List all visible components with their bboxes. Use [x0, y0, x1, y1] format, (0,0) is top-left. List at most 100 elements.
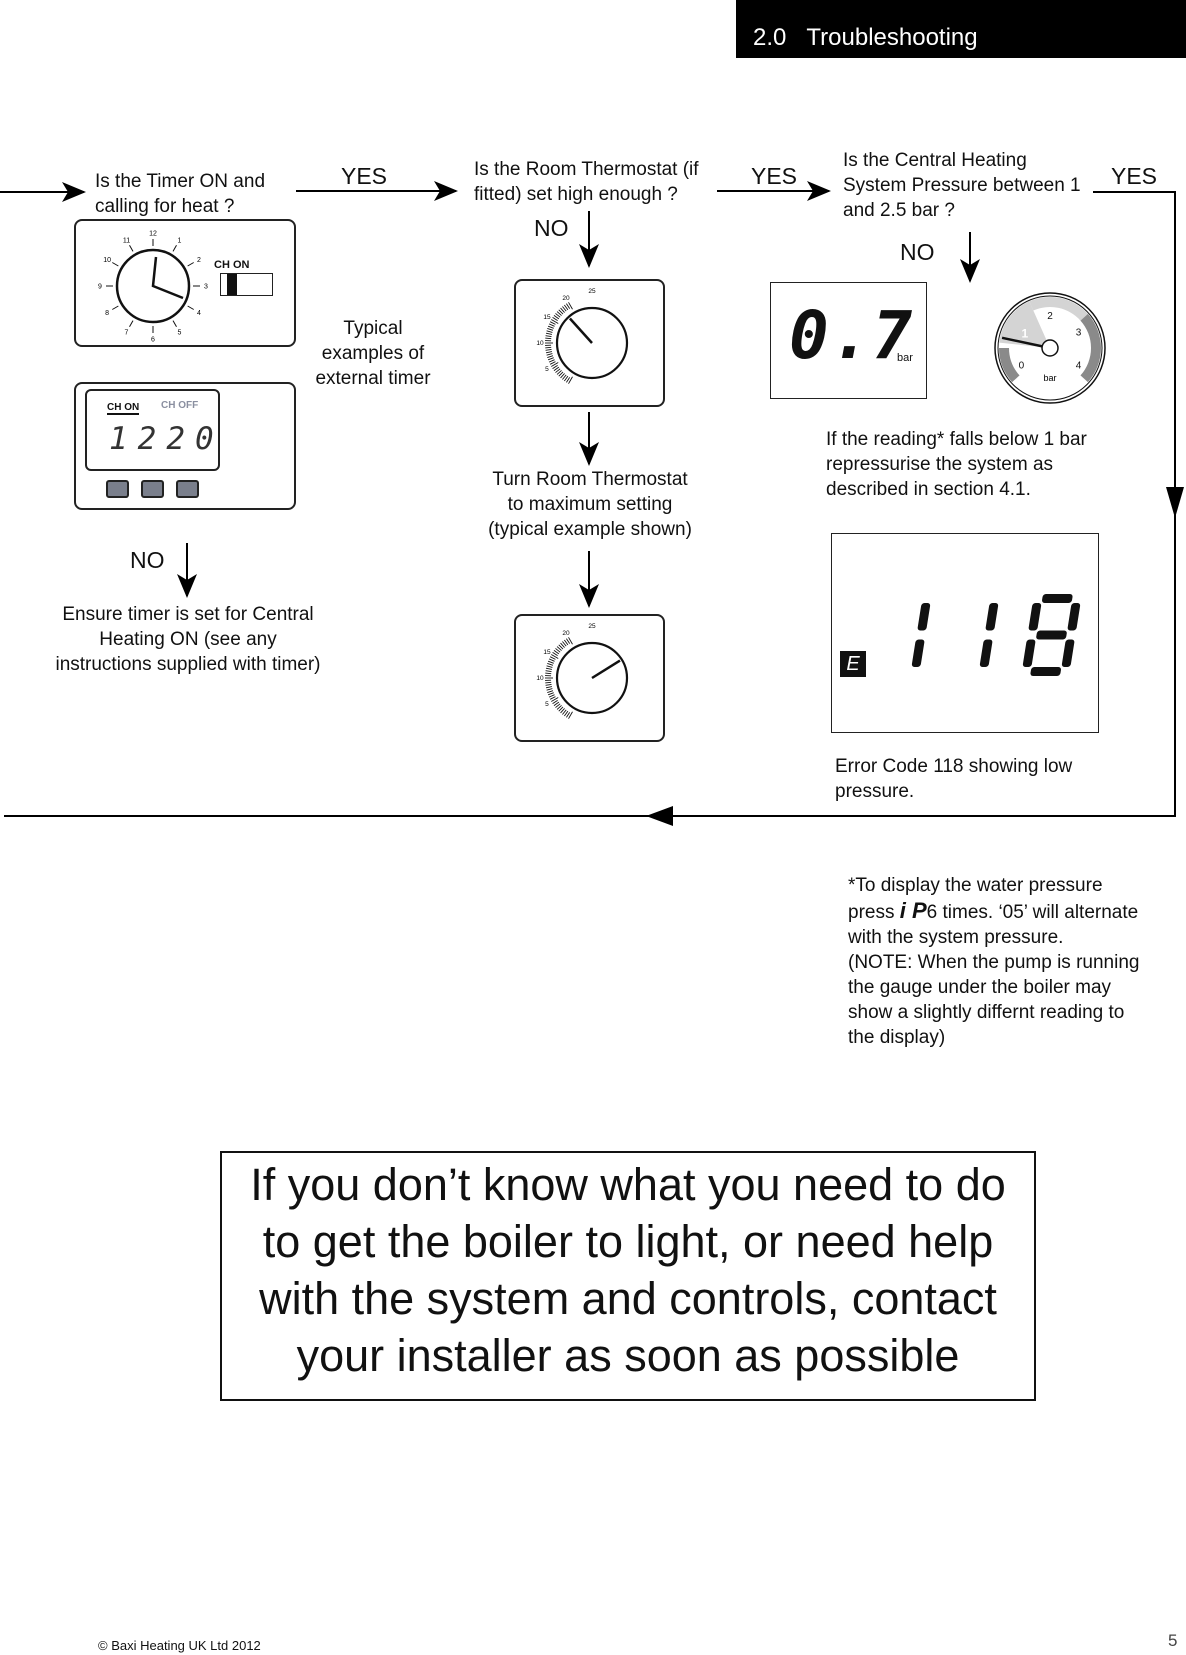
text-line: the gauge under the boiler may — [848, 977, 1112, 998]
pressure-gauge: 0 1 2 3 4 bar — [994, 292, 1106, 404]
text-line: show a slightly differnt reading to — [848, 1002, 1125, 1023]
scale-tick — [545, 667, 552, 670]
segment — [1061, 639, 1075, 667]
text-line: System Pressure between 1 — [843, 175, 1081, 196]
scale-label: 5 — [545, 701, 549, 708]
text-line: Is the Room Thermostat (if — [474, 159, 699, 180]
error-caption: Error Code 118 showing low pressure. — [835, 754, 1072, 804]
thermostat-action: Turn Room Thermostat to maximum setting … — [460, 467, 720, 542]
clock-number: 2 — [197, 257, 201, 264]
text-line: *To display the water pressure — [848, 875, 1103, 896]
timer-button — [176, 480, 199, 498]
text-line: to maximum setting — [507, 494, 673, 515]
text-line: repressurise the system as — [826, 454, 1054, 475]
clock-number: 4 — [197, 310, 201, 317]
segment — [911, 639, 925, 667]
gauge-label: 1 — [1022, 327, 1029, 341]
copyright: © Baxi Heating UK Ltd 2012 — [98, 1638, 261, 1653]
page-number: 5 — [1168, 1631, 1178, 1650]
footnote: *To display the water pressure press i P… — [848, 873, 1139, 1050]
text-line: examples of — [321, 343, 425, 364]
scale-tick — [548, 658, 555, 662]
text-line: (NOTE: When the pump is running — [848, 952, 1140, 973]
thermostat-dial: 5 10 15 20 25 — [536, 623, 629, 719]
segment — [1036, 630, 1067, 640]
text-line: described in section 4.1. — [826, 479, 1031, 500]
scale-tick — [545, 681, 552, 684]
clock-number: 12 — [149, 231, 157, 238]
timer-button — [141, 480, 164, 498]
no-label: NO — [900, 239, 935, 265]
pressure-display-value: 0.7 — [789, 297, 915, 374]
segment — [985, 603, 999, 631]
gauge-label: 3 — [1076, 328, 1082, 339]
yes-label: YES — [1111, 163, 1158, 189]
text-line: If you don’t know what you need to do — [250, 1159, 1006, 1210]
text-line: the display) — [848, 1027, 946, 1048]
scale-tick — [545, 686, 552, 689]
text-line: Typical — [343, 318, 403, 339]
segment — [917, 603, 931, 631]
text-line: external timer — [315, 368, 431, 389]
scale-label: 10 — [536, 340, 544, 347]
scale-tick — [548, 359, 555, 363]
segment — [979, 639, 993, 667]
clock-tick — [172, 320, 177, 327]
text-line: press i P6 times. ‘05’ will alternate — [848, 898, 1139, 925]
text-line: to get the boiler to light, or need help — [262, 1216, 994, 1267]
clock-tick — [129, 320, 134, 327]
scale-tick — [545, 346, 552, 349]
text-part: press — [848, 902, 895, 923]
text-line: (typical example shown) — [488, 519, 692, 540]
unit-label: bar — [897, 352, 913, 364]
timer-action: Ensure timer is set for Central Heating … — [38, 602, 338, 677]
clock-tick — [187, 305, 194, 310]
mechanical-timer: 12 1 2 3 4 5 6 7 8 9 10 11 CH ON — [74, 219, 296, 347]
text-line: Is the Central Heating — [843, 150, 1027, 171]
yes-label: YES — [751, 163, 798, 189]
text-line: fitted) set high enough ? — [474, 184, 678, 205]
segment — [1022, 639, 1036, 667]
scale-tick — [547, 328, 554, 331]
scale-label: 5 — [545, 366, 549, 373]
error-display: E — [831, 533, 1099, 733]
clock-tick — [112, 305, 119, 310]
left-arrowhead — [646, 806, 673, 826]
scale-tick — [545, 332, 552, 335]
ch-on-switch-label: CH ON — [214, 259, 250, 271]
scale-tick — [547, 355, 554, 358]
thermostat-dial: 5 10 15 20 25 — [536, 288, 629, 384]
clock-number: 7 — [125, 329, 129, 336]
text-line: Heating ON (see any — [99, 629, 277, 650]
scale-tick — [549, 696, 556, 700]
clock-tick — [129, 245, 134, 252]
text-line: Turn Room Thermostat — [492, 469, 688, 490]
scale-tick — [549, 321, 556, 325]
scale-label: 15 — [543, 649, 551, 656]
text-line: If the reading* falls below 1 bar — [826, 429, 1087, 450]
text-line: with the system pressure. — [848, 927, 1064, 948]
info-pressure-keys: i P — [899, 898, 927, 923]
yes-label: YES — [341, 163, 388, 189]
text-line: Ensure timer is set for Central — [62, 604, 314, 625]
seven-seg-digit — [1022, 594, 1081, 676]
scale-label: 10 — [536, 675, 544, 682]
scale-tick — [545, 672, 552, 675]
scale-tick — [548, 323, 555, 327]
text-part: 6 times. ‘05’ will alternate — [926, 902, 1139, 923]
ch-on-indicator: CH ON — [107, 402, 140, 415]
text-line: with the system and controls, contact — [259, 1273, 997, 1324]
seven-seg-digit — [979, 603, 999, 667]
text-line: instructions supplied with timer) — [55, 654, 321, 675]
thermostat-current: 5 10 15 20 25 — [514, 279, 665, 407]
text-line: your installer as soon as possible — [296, 1330, 960, 1381]
clock-tick — [112, 262, 119, 267]
no-label: NO — [130, 547, 165, 573]
error-digits — [911, 594, 1081, 676]
segment — [1028, 603, 1042, 631]
timer-question: Is the Timer ON and calling for heat ? — [95, 169, 265, 219]
scale-tick — [545, 683, 552, 686]
digital-timer: CH ON CH OFF 1220 — [74, 382, 296, 510]
digital-time: 1220 — [109, 421, 224, 457]
gauge-label: 4 — [1076, 361, 1082, 372]
